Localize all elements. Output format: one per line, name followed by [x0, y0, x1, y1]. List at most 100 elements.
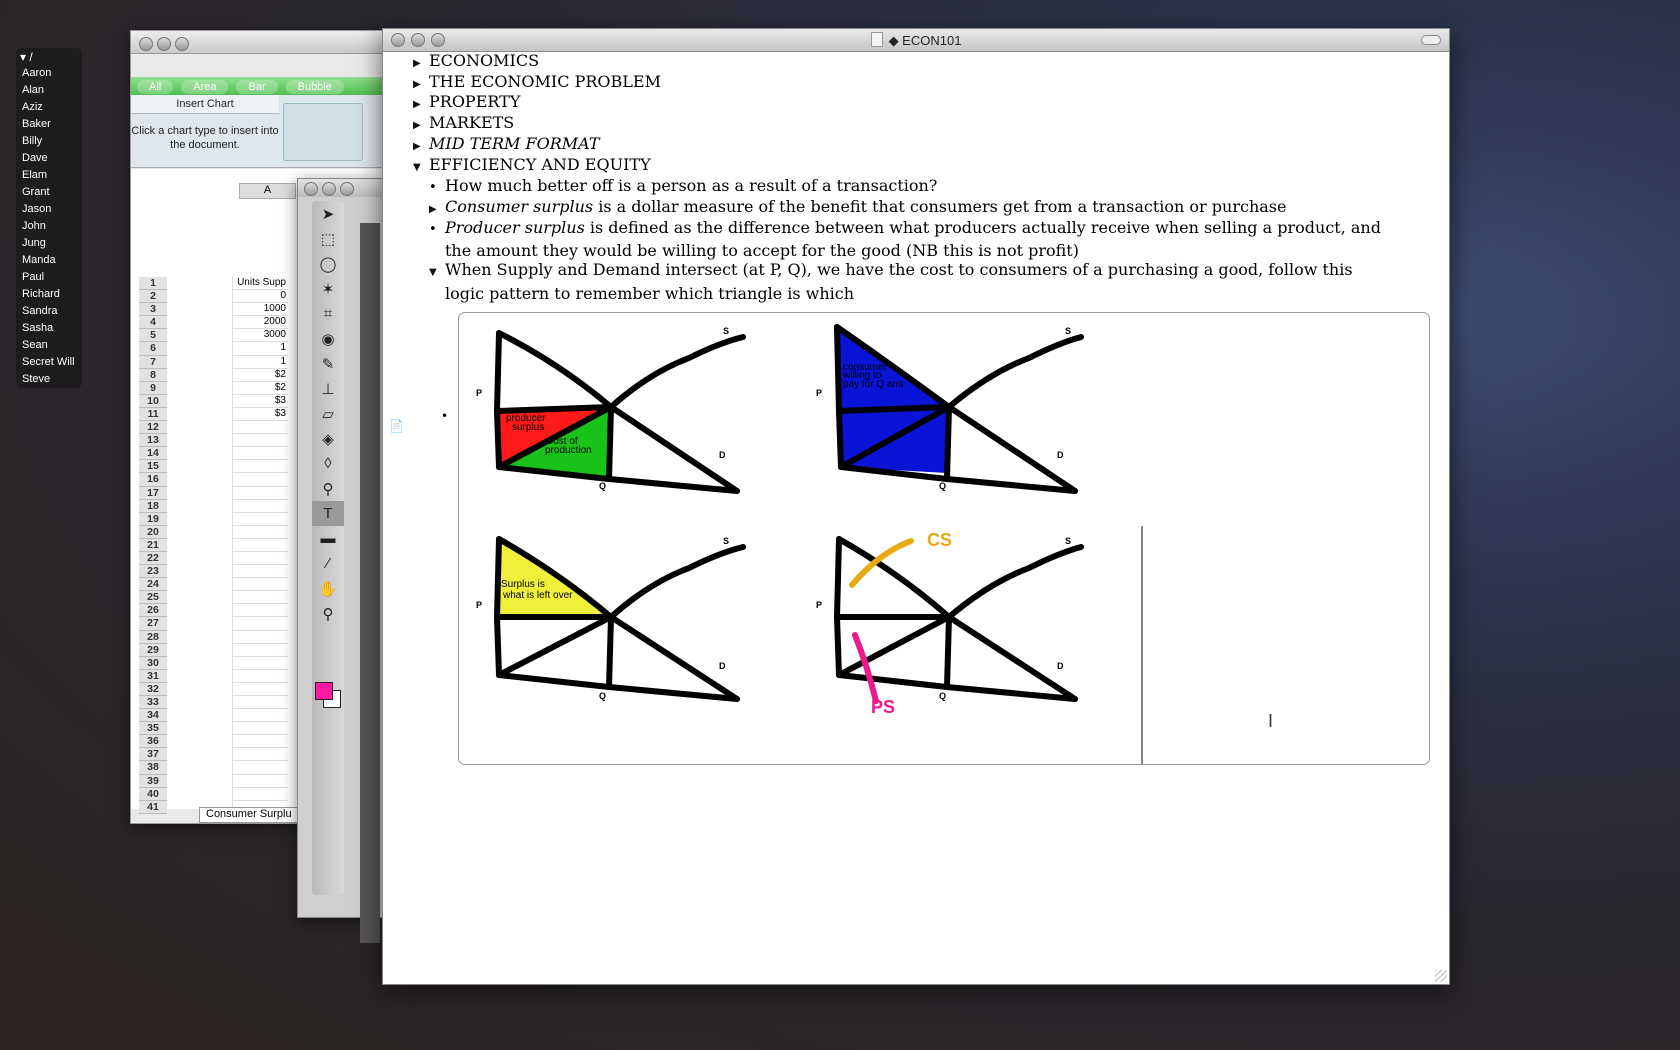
cell[interactable] — [232, 434, 288, 448]
magic-wand-icon[interactable]: ✶ — [312, 276, 344, 301]
row-header[interactable]: 16 — [139, 473, 167, 487]
disclosure-triangle-icon[interactable]: ▶ — [413, 58, 429, 69]
bucket-icon[interactable]: ◈ — [312, 426, 344, 451]
outline-item-economic-problem[interactable]: ▶ THE ECONOMIC PROBLEM — [413, 72, 661, 91]
outline-item-midterm[interactable]: ▶ MID TERM FORMAT — [413, 134, 599, 153]
cell[interactable] — [232, 774, 288, 788]
cell[interactable] — [232, 460, 288, 474]
sheet-tab[interactable]: Consumer Surplu — [199, 807, 299, 823]
cell[interactable] — [232, 630, 288, 644]
row-header[interactable]: 3 — [139, 303, 167, 317]
outline-item-markets[interactable]: ▶ MARKETS — [413, 113, 514, 132]
cell[interactable] — [232, 591, 288, 605]
brush-icon[interactable]: ✎ — [312, 351, 344, 376]
name-list-item[interactable]: Alan — [16, 82, 82, 99]
row-header[interactable]: 37 — [139, 748, 167, 762]
row-header[interactable]: 41 — [139, 800, 167, 814]
row-header[interactable]: 14 — [139, 447, 167, 461]
bulb-icon[interactable]: ⚲ — [312, 476, 344, 501]
cell[interactable]: $3 — [232, 407, 288, 422]
scatter-chart-thumbnail[interactable] — [283, 103, 363, 161]
cell[interactable] — [232, 604, 288, 618]
name-list-item[interactable]: Jung — [16, 235, 82, 252]
toolbar-toggle-button[interactable] — [1421, 35, 1441, 45]
row-header[interactable]: 25 — [139, 591, 167, 605]
cell[interactable]: $3 — [232, 394, 288, 408]
row-header[interactable]: 13 — [139, 434, 167, 448]
cell[interactable] — [232, 709, 288, 723]
eyedropper-icon[interactable]: ⁄ — [312, 551, 344, 576]
cell[interactable] — [232, 538, 288, 552]
row-header[interactable]: 4 — [139, 316, 167, 330]
cell[interactable] — [232, 447, 288, 461]
cell[interactable]: 1000 — [232, 303, 288, 317]
name-list-item[interactable]: Baker — [16, 116, 82, 133]
cell[interactable]: 1 — [232, 342, 288, 356]
name-list-item[interactable]: Elam — [16, 167, 82, 184]
eraser-icon[interactable]: ▱ — [312, 401, 344, 426]
row-header[interactable]: 31 — [139, 669, 167, 683]
row-header[interactable]: 36 — [139, 735, 167, 749]
row-header[interactable]: 34 — [139, 709, 167, 723]
outline-item-efficiency[interactable]: ▼ EFFICIENCY AND EQUITY — [413, 155, 651, 174]
zoom-button[interactable] — [175, 37, 189, 51]
marquee-icon[interactable]: ⬚ — [312, 226, 344, 251]
outline-item-economics[interactable]: ▶ ECONOMICS — [413, 51, 539, 70]
cell[interactable] — [232, 565, 288, 579]
zoom-button[interactable] — [340, 182, 354, 196]
row-header[interactable]: 22 — [139, 551, 167, 566]
name-list-item[interactable]: Paul — [16, 269, 82, 286]
row-header[interactable]: 33 — [139, 696, 167, 710]
row-header[interactable]: 7 — [139, 355, 167, 369]
cell[interactable]: 1 — [232, 355, 288, 369]
name-list-item[interactable]: Jason — [16, 201, 82, 218]
gallery-tab[interactable]: Area — [181, 80, 229, 94]
disclosure-triangle-expanded-icon[interactable]: ▼ — [429, 262, 445, 283]
cell[interactable] — [232, 421, 288, 435]
cell[interactable] — [232, 761, 288, 775]
outline-subitem-3[interactable]: • Producer surplus is defined as the diff… — [429, 217, 1385, 261]
row-header[interactable]: 24 — [139, 578, 167, 592]
close-button[interactable] — [304, 182, 318, 196]
cell[interactable] — [232, 748, 288, 762]
gallery-tab[interactable]: Bubble — [285, 80, 344, 94]
lasso-icon[interactable]: ◯ — [312, 251, 344, 276]
row-header[interactable]: 19 — [139, 512, 167, 526]
row-header[interactable]: 26 — [139, 604, 167, 618]
row-header[interactable]: 29 — [139, 643, 167, 657]
cell[interactable]: 2000 — [232, 316, 288, 330]
name-list-item[interactable]: Dave — [16, 150, 82, 167]
cell[interactable] — [232, 735, 288, 749]
name-list-item[interactable]: John — [16, 218, 82, 235]
disclosure-triangle-icon[interactable]: ▶ — [413, 99, 429, 110]
name-list-item[interactable]: Aaron — [16, 65, 82, 82]
row-header[interactable]: 32 — [139, 682, 167, 696]
name-list-item[interactable]: Aziz — [16, 99, 82, 116]
disclosure-triangle-icon[interactable]: ▶ — [413, 141, 429, 152]
outline-subitem-2[interactable]: ▶ Consumer surplus is a dollar measure of… — [429, 197, 1286, 216]
zoom-icon[interactable]: ⚲ — [312, 601, 344, 626]
text-icon[interactable]: T — [312, 501, 344, 526]
row-header[interactable]: 35 — [139, 722, 167, 736]
cell[interactable] — [232, 551, 288, 566]
row-header[interactable]: 17 — [139, 486, 167, 500]
column-header-a[interactable]: A — [239, 183, 296, 199]
cell[interactable] — [232, 682, 288, 696]
name-list-header[interactable]: ▾ / — [16, 48, 82, 65]
stamp-icon[interactable]: ⊥ — [312, 376, 344, 401]
foreground-color-swatch[interactable] — [315, 682, 333, 700]
cell[interactable] — [232, 669, 288, 683]
crop-icon[interactable]: ⌗ — [312, 301, 344, 326]
cell[interactable] — [232, 499, 288, 513]
row-header[interactable]: 39 — [139, 774, 167, 788]
disclosure-triangle-icon[interactable]: ▶ — [413, 120, 429, 131]
resize-handle[interactable] — [1435, 970, 1447, 982]
row-header[interactable]: 10 — [139, 394, 167, 408]
cell[interactable] — [232, 787, 288, 801]
cell[interactable] — [232, 617, 288, 631]
name-list-item[interactable]: Sasha — [16, 320, 82, 337]
name-list-item[interactable]: Richard — [16, 286, 82, 303]
cell[interactable] — [232, 696, 288, 710]
cell[interactable] — [232, 525, 288, 539]
note-icon[interactable]: 📄 — [389, 419, 404, 433]
